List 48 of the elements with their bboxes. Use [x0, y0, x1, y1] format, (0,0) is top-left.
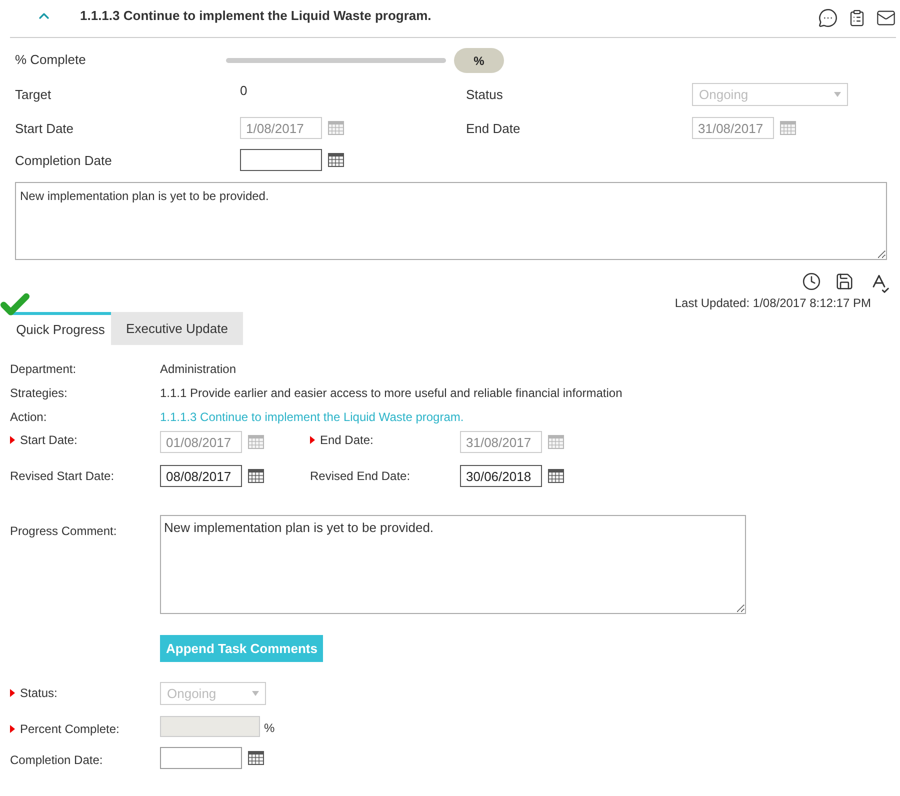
action-link[interactable]: 1.1.1.3 Continue to implement the Liquid Waste program.: [160, 410, 464, 424]
last-updated-text: Last Updated: 1/08/2017 8:12:17 PM: [674, 295, 871, 312]
percent-badge: %: [454, 48, 504, 73]
progress-comment-textarea[interactable]: New implementation plan is yet to be provided.: [160, 515, 746, 614]
calendar-icon[interactable]: [248, 469, 264, 483]
caret-icon: [834, 92, 841, 97]
target-value: 0: [240, 83, 248, 98]
required-marker-icon: [10, 689, 15, 697]
field-label: Completion Date: [15, 153, 112, 168]
field-label: Department:: [10, 362, 76, 376]
progress-slider[interactable]: [226, 58, 446, 63]
caret-icon: [252, 691, 259, 696]
date-field[interactable]: 08/08/2017: [160, 465, 242, 487]
calendar-icon[interactable]: [328, 153, 344, 167]
field-label: End Date: [466, 121, 520, 136]
calendar-icon[interactable]: [248, 751, 264, 765]
date-field[interactable]: 30/06/2018: [460, 465, 542, 487]
field-label: Revised End Date:: [310, 468, 410, 485]
tab[interactable]: Executive Update: [111, 312, 243, 345]
department-value: Administration: [160, 362, 236, 376]
field-label: % Complete: [15, 51, 86, 70]
field-label: Action:: [10, 410, 47, 424]
history-icon[interactable]: [802, 272, 821, 291]
field-label: Target: [15, 87, 52, 102]
append-comments-button[interactable]: Append Task Comments: [160, 635, 324, 662]
comment-textarea[interactable]: New implementation plan is yet to be provided.: [15, 182, 887, 260]
field-label: Percent Complete:: [20, 721, 120, 738]
field-label: Completion Date:: [10, 752, 103, 769]
field-label: Progress Comment:: [10, 524, 117, 538]
strategy-value: 1.1.1 Provide earlier and easier access to more useful and reliable financial information: [160, 386, 622, 400]
clipboard-icon[interactable]: [848, 8, 866, 26]
field-label: Status: [466, 87, 503, 102]
calendar-icon[interactable]: [548, 469, 564, 483]
date-field[interactable]: [240, 149, 322, 171]
section-title: 1.1.1.3 Continue to implement the Liquid Waste program.: [80, 6, 432, 25]
percent-unit: %: [264, 720, 275, 737]
comment-icon[interactable]: [818, 8, 838, 28]
field-label: Start Date: [15, 121, 74, 136]
required-marker-icon: [10, 436, 15, 444]
field-label: Status:: [20, 685, 58, 702]
date-field[interactable]: [160, 747, 242, 769]
field-label: Start Date:: [20, 432, 78, 449]
save-icon[interactable]: [835, 272, 854, 291]
field-label: End Date:: [320, 432, 374, 449]
field-label: Revised Start Date:: [10, 468, 114, 485]
required-marker-icon: [310, 436, 315, 444]
required-marker-icon: [10, 725, 15, 733]
field-label: Strategies:: [10, 386, 68, 400]
